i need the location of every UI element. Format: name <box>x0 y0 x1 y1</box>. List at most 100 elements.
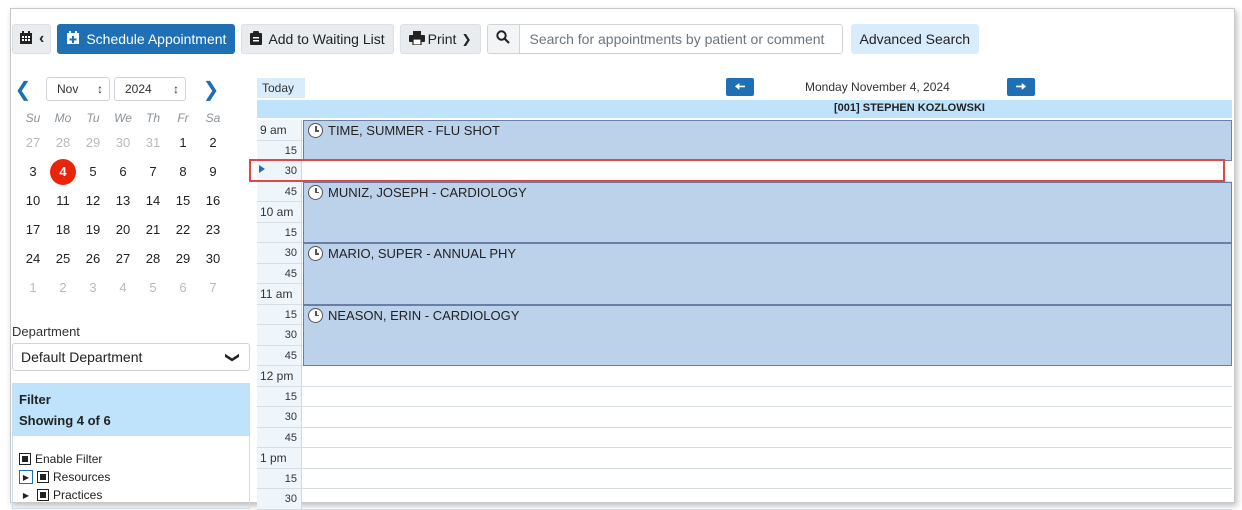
calendar-day[interactable]: 15 <box>168 186 198 215</box>
expand-practices-icon[interactable]: ▶ <box>19 491 33 500</box>
calendar-day[interactable]: 26 <box>78 244 108 273</box>
print-label: Print <box>427 31 457 47</box>
calendar-day[interactable]: 2 <box>198 128 228 157</box>
time-slot-label: 45 <box>257 181 302 201</box>
calendar-day[interactable]: 27 <box>108 244 138 273</box>
calendar-day[interactable]: 16 <box>198 186 228 215</box>
calendar-day[interactable]: 10 <box>18 186 48 215</box>
calendar-day[interactable]: 13 <box>108 186 138 215</box>
calendar-day-number: 4 <box>119 280 127 295</box>
calendar-day-number: 4 <box>50 159 76 185</box>
calendar-day-number: 23 <box>205 222 221 237</box>
calendar-day[interactable]: 19 <box>78 215 108 244</box>
arrow-left-icon: 🠤 <box>734 79 746 94</box>
calendar-day[interactable]: 6 <box>168 273 198 302</box>
chevron-left-icon: ‹ <box>39 30 45 47</box>
day-of-week-label: Tu <box>86 111 100 125</box>
time-slot-row[interactable]: 45 <box>257 427 1232 448</box>
appointment-block[interactable]: MARIO, SUPER - ANNUAL PHY <box>303 243 1232 305</box>
appointment-content: NEASON, ERIN - CARDIOLOGY <box>308 307 519 323</box>
time-slot-row[interactable]: 30 <box>257 489 1232 510</box>
next-day-button[interactable]: 🠦 <box>1007 78 1035 96</box>
calendar-day[interactable]: 3 <box>78 273 108 302</box>
calendar-day[interactable]: 7 <box>138 157 168 186</box>
calendar-day[interactable]: 31 <box>138 128 168 157</box>
calendar-header: ❮ Nov ↕ 2024 ↕ ❯ <box>12 76 250 102</box>
time-slot-label: 11 am <box>257 284 302 304</box>
calendar-day[interactable]: 23 <box>198 215 228 244</box>
calendar-day[interactable]: 7 <box>198 273 228 302</box>
schedule-appointment-button[interactable]: Schedule Appointment <box>57 24 236 54</box>
left-panel: ❮ Nov ↕ 2024 ↕ ❯ Su Mo Tu We Th Fr Sa 27 28 29 30… <box>12 76 250 509</box>
calendar-day[interactable]: 29 <box>168 244 198 273</box>
calendar-day[interactable]: 2 <box>48 273 78 302</box>
calendar-day-today[interactable]: 4 <box>48 157 78 186</box>
calendar-day[interactable]: 27 <box>18 128 48 157</box>
appointment-block[interactable]: NEASON, ERIN - CARDIOLOGY <box>303 304 1232 366</box>
department-select[interactable]: Default Department ❯ <box>12 343 250 371</box>
calendar-day[interactable]: 8 <box>168 157 198 186</box>
calendar-day[interactable]: 22 <box>168 215 198 244</box>
calendar-day[interactable]: 18 <box>48 215 78 244</box>
calendar-day-number: 16 <box>205 193 221 208</box>
time-slot-label: 9 am <box>257 120 302 140</box>
time-slot-row[interactable]: 12 pm <box>257 366 1232 387</box>
expand-resources-icon[interactable]: ▶ <box>19 470 33 484</box>
add-to-waiting-list-button[interactable]: Add to Waiting List <box>241 24 394 54</box>
appointment-label: MARIO, SUPER - ANNUAL PHY <box>328 246 517 261</box>
calendar-day[interactable]: 5 <box>138 273 168 302</box>
resources-checkbox[interactable] <box>37 471 49 483</box>
calendar-day[interactable]: 28 <box>138 244 168 273</box>
time-slot-row[interactable]: 30 <box>257 407 1232 428</box>
calendar-day[interactable]: 30 <box>108 128 138 157</box>
calendar-day-number: 9 <box>209 164 217 179</box>
calendar-day[interactable]: 3 <box>18 157 48 186</box>
calendar-day-number: 25 <box>55 251 71 266</box>
calendar-day[interactable]: 21 <box>138 215 168 244</box>
calendar-day[interactable]: 12 <box>78 186 108 215</box>
time-slot-row[interactable]: 15 <box>257 386 1232 407</box>
advanced-search-button[interactable]: Advanced Search <box>850 24 980 54</box>
appointment-block[interactable]: TIME, SUMMER - FLU SHOT <box>303 120 1232 161</box>
print-button[interactable]: Print ❯ <box>399 24 481 54</box>
year-select[interactable]: 2024 ↕ <box>114 77 186 101</box>
search-button[interactable] <box>487 25 520 53</box>
resources-row[interactable]: ▶ Resources <box>19 468 243 486</box>
month-select[interactable]: Nov ↕ <box>46 77 110 101</box>
calendar-day[interactable]: 28 <box>48 128 78 157</box>
calendar-day[interactable]: 1 <box>18 273 48 302</box>
enable-filter-row[interactable]: Enable Filter <box>19 450 243 468</box>
calendar-day[interactable]: 11 <box>48 186 78 215</box>
calendar-day[interactable]: 9 <box>198 157 228 186</box>
calendar-toggle-button[interactable]: ‹ <box>12 24 52 54</box>
calendar-day[interactable]: 30 <box>198 244 228 273</box>
calendar-day[interactable]: 24 <box>18 244 48 273</box>
prev-day-button[interactable]: 🠤 <box>726 78 754 96</box>
calendar-day[interactable]: 25 <box>48 244 78 273</box>
appointment-block[interactable]: MUNIZ, JOSEPH - CARDIOLOGY <box>303 181 1232 243</box>
calendar-day[interactable]: 29 <box>78 128 108 157</box>
today-button[interactable]: Today <box>257 78 305 98</box>
calendar-day[interactable]: 6 <box>108 157 138 186</box>
time-slot-row[interactable]: 15 <box>257 468 1232 489</box>
clock-icon <box>308 123 323 138</box>
select-caret-icon: ↕ <box>97 82 103 96</box>
calendar-day[interactable]: 20 <box>108 215 138 244</box>
calendar-day[interactable]: 14 <box>138 186 168 215</box>
calendar-day-number: 2 <box>59 280 67 295</box>
time-slot-row[interactable]: 1 pm <box>257 448 1232 469</box>
time-slot-label: 45 <box>257 427 302 447</box>
chevron-down-icon: ❯ <box>225 351 242 363</box>
time-slot-label: 15 <box>257 222 302 242</box>
calendar-day[interactable]: 17 <box>18 215 48 244</box>
calendar-day[interactable]: 4 <box>108 273 138 302</box>
calendar-day-number: 22 <box>175 222 191 237</box>
next-month-button[interactable]: ❯ <box>200 77 222 101</box>
practices-row[interactable]: ▶ Practices <box>19 486 243 504</box>
enable-filter-checkbox[interactable] <box>19 453 31 465</box>
practices-checkbox[interactable] <box>37 489 49 501</box>
search-input[interactable] <box>519 25 842 53</box>
calendar-day[interactable]: 5 <box>78 157 108 186</box>
prev-month-button[interactable]: ❮ <box>12 77 34 101</box>
calendar-day[interactable]: 1 <box>168 128 198 157</box>
